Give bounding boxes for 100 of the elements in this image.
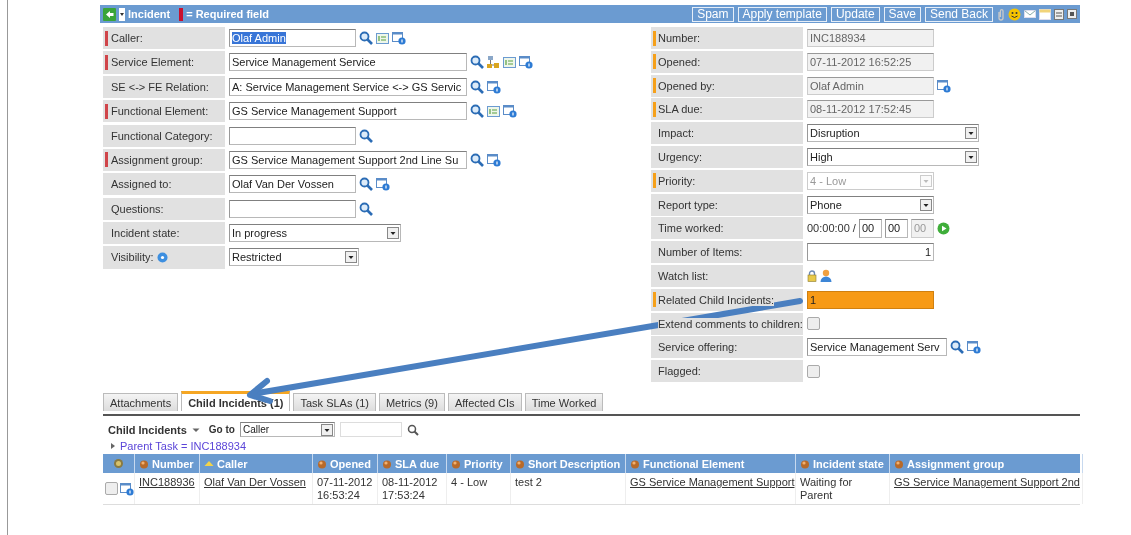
search-icon[interactable] bbox=[470, 55, 484, 70]
field-label: Number: bbox=[658, 32, 701, 44]
help-icon[interactable] bbox=[156, 251, 168, 263]
search-icon[interactable] bbox=[950, 340, 964, 355]
dropdown[interactable]: High bbox=[807, 148, 979, 166]
read-only-field: INC188934 bbox=[807, 29, 934, 47]
lock-icon[interactable] bbox=[807, 269, 817, 282]
field-label: Related Child Incidents: bbox=[658, 293, 775, 306]
column-label: Short Description bbox=[528, 457, 621, 470]
window-icon[interactable] bbox=[376, 177, 390, 192]
list-icon[interactable] bbox=[1054, 8, 1064, 20]
text-field[interactable] bbox=[229, 199, 356, 218]
window-icon[interactable] bbox=[392, 31, 406, 46]
dropdown[interactable]: Caller bbox=[239, 422, 335, 438]
text-field[interactable]: Olaf Admin bbox=[229, 29, 356, 48]
search-icon[interactable] bbox=[359, 177, 373, 192]
field-label: Assignment group: bbox=[111, 153, 203, 166]
checkbox[interactable] bbox=[807, 317, 820, 331]
column-label: Priority bbox=[464, 457, 503, 470]
tab[interactable]: Affected CIs bbox=[447, 393, 522, 412]
goto-label: Go to bbox=[208, 424, 235, 436]
play-icon[interactable] bbox=[936, 221, 950, 235]
card-icon[interactable] bbox=[487, 105, 500, 118]
smiley-icon[interactable] bbox=[1008, 7, 1021, 21]
search-icon[interactable] bbox=[359, 31, 373, 46]
dropdown[interactable]: Restricted bbox=[229, 248, 359, 267]
card-icon[interactable] bbox=[503, 56, 516, 69]
table-link[interactable]: GS Service Management Support bbox=[630, 476, 795, 489]
card-icon[interactable] bbox=[376, 32, 389, 45]
search-icon[interactable] bbox=[470, 152, 484, 167]
column-menu-icon[interactable] bbox=[630, 458, 640, 469]
column-menu-icon[interactable] bbox=[894, 458, 904, 469]
search-icon[interactable] bbox=[470, 104, 484, 119]
minutes-field[interactable]: 00 bbox=[884, 218, 908, 238]
window-icon[interactable] bbox=[1039, 8, 1051, 20]
caret-icon[interactable] bbox=[191, 426, 200, 433]
field-label: Service Element: bbox=[111, 56, 195, 69]
caret-icon bbox=[965, 151, 977, 163]
search-icon[interactable] bbox=[470, 79, 484, 94]
seconds-field: 00 bbox=[910, 218, 934, 238]
field-label: Opened: bbox=[658, 55, 701, 68]
dropdown[interactable]: Disruption bbox=[807, 124, 979, 143]
hierarchy-icon[interactable] bbox=[487, 55, 500, 70]
window-icon[interactable] bbox=[519, 55, 533, 70]
column-menu-icon[interactable] bbox=[800, 458, 810, 469]
envelope-icon[interactable] bbox=[1024, 9, 1036, 19]
dropdown[interactable]: In progress bbox=[229, 224, 401, 243]
square-icon[interactable] bbox=[1067, 9, 1077, 19]
window-icon[interactable] bbox=[120, 481, 134, 496]
table-link[interactable]: GS Service Management Support 2nd bbox=[894, 476, 1080, 489]
column-menu-icon[interactable] bbox=[317, 458, 327, 469]
caret-icon bbox=[920, 174, 932, 187]
paperclip-icon[interactable] bbox=[997, 7, 1005, 21]
column-menu-icon[interactable] bbox=[451, 458, 461, 469]
text-field[interactable]: GS Service Management Support bbox=[229, 102, 467, 121]
window-icon[interactable] bbox=[967, 340, 981, 355]
column-label: Opened bbox=[330, 457, 371, 470]
text-field[interactable]: 1 bbox=[807, 290, 934, 309]
search-field[interactable] bbox=[339, 422, 402, 438]
field-label: Visibility: bbox=[111, 251, 154, 264]
column-menu-icon[interactable] bbox=[515, 458, 525, 469]
column-menu-icon[interactable] bbox=[382, 458, 392, 469]
table-link[interactable]: Olaf Van Der Vossen bbox=[204, 476, 306, 489]
tab[interactable]: Attachments bbox=[103, 393, 179, 412]
flag-marker bbox=[653, 101, 656, 117]
text-field[interactable]: GS Service Management Support 2nd Line Su bbox=[229, 150, 467, 169]
window-icon[interactable] bbox=[503, 104, 517, 119]
tab[interactable]: Task SLAs (1) bbox=[293, 393, 376, 412]
field-label: Opened by: bbox=[658, 79, 715, 92]
window-icon[interactable] bbox=[487, 79, 501, 94]
column-label: Caller bbox=[217, 457, 248, 470]
person-icon[interactable] bbox=[820, 269, 832, 283]
window-icon[interactable] bbox=[487, 152, 501, 167]
expand-triangle-icon[interactable] bbox=[110, 442, 116, 451]
table-link[interactable]: INC188936 bbox=[139, 476, 195, 489]
breadcrumb-link[interactable]: Parent Task = INC188934 bbox=[120, 440, 247, 453]
read-only-field: 08-11-2012 17:52:45 bbox=[807, 100, 934, 119]
text-field[interactable]: Service Management Service bbox=[229, 53, 467, 72]
dropdown[interactable]: Phone bbox=[807, 195, 934, 214]
caret-icon[interactable] bbox=[119, 7, 125, 21]
list-title-menu[interactable]: Child Incidents bbox=[108, 423, 187, 436]
hours-field[interactable]: 00 bbox=[858, 218, 882, 238]
field-label: Assigned to: bbox=[111, 178, 172, 191]
text-field[interactable]: Service Management Serv bbox=[807, 338, 947, 357]
text-field[interactable] bbox=[229, 126, 356, 145]
tab[interactable]: Metrics (9) bbox=[378, 393, 445, 412]
window-icon[interactable] bbox=[937, 78, 951, 93]
search-icon[interactable] bbox=[359, 128, 373, 143]
search-icon[interactable] bbox=[406, 423, 419, 436]
number-field[interactable]: 1 bbox=[807, 243, 934, 262]
sort-icon[interactable] bbox=[204, 460, 214, 468]
text-field[interactable]: A: Service Management Service <-> GS Servic bbox=[229, 77, 467, 96]
checkbox[interactable] bbox=[807, 364, 820, 378]
search-icon[interactable] bbox=[359, 201, 373, 216]
column-menu-icon[interactable] bbox=[139, 458, 149, 469]
text-field[interactable]: Olaf Van Der Vossen bbox=[229, 175, 356, 194]
required-marker bbox=[105, 152, 108, 168]
row-checkbox[interactable] bbox=[105, 482, 118, 496]
form-title: Incident bbox=[128, 8, 171, 20]
tab[interactable]: Time Worked bbox=[524, 393, 604, 412]
